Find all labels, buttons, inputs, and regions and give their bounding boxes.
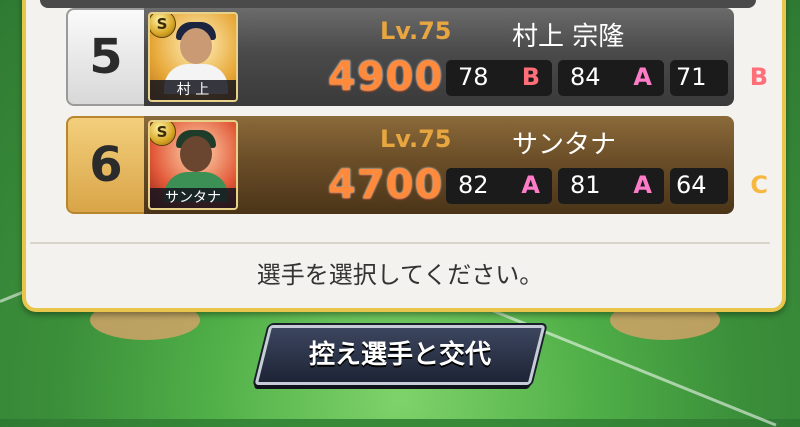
overall-power: 4900 (328, 54, 444, 100)
player-level: Lv.75 (380, 17, 452, 45)
stat-box: 84 A (558, 60, 664, 96)
stat-value: 82 (458, 171, 489, 199)
player-row-6[interactable]: 6 S サンタナ Lv.75 サンタナ 4700 82 A 81 A 64 C (66, 116, 768, 214)
stat-box: 82 A (446, 168, 552, 204)
stat-value: 78 (458, 63, 489, 91)
batting-order-number: 5 (66, 8, 144, 106)
batting-order-number: 6 (66, 116, 144, 214)
stat-box: 71 B (670, 60, 768, 96)
stat-value: 84 (570, 63, 601, 91)
player-row-5[interactable]: 5 S 村 上 Lv.75 村上 宗隆 4900 78 B 84 A 71 B (66, 8, 768, 106)
player-info: S サンタナ Lv.75 サンタナ 4700 82 A 81 A 64 C (144, 116, 768, 214)
panel-divider (30, 242, 770, 244)
stat-box: 64 C (670, 168, 768, 204)
stat-grade: B (521, 63, 540, 91)
selection-prompt: 選手を選択してください。 (256, 261, 544, 289)
player-card-portrait: S サンタナ (148, 120, 238, 210)
stat-value: 64 (676, 171, 707, 199)
swap-with-bench-button[interactable]: 控え選手と交代 (254, 325, 546, 385)
card-name-tag: サンタナ (150, 188, 236, 208)
swap-button-label: 控え選手と交代 (308, 340, 491, 370)
stat-grade: B (749, 63, 768, 91)
player-level: Lv.75 (380, 125, 452, 153)
player-info: S 村 上 Lv.75 村上 宗隆 4900 78 B 84 A 71 B (144, 8, 768, 106)
player-name: 村上 宗隆 (512, 22, 625, 52)
stat-grade: A (633, 63, 652, 91)
player-name: サンタナ (512, 130, 617, 160)
rank-badge-icon: S (150, 122, 176, 146)
stat-grade: A (633, 171, 652, 199)
stat-grade: A (521, 171, 540, 199)
overall-power: 4700 (328, 162, 444, 208)
head-shape (180, 136, 212, 172)
stat-value: 71 (676, 63, 707, 91)
stat-box: 78 B (446, 60, 552, 96)
stat-value: 81 (570, 171, 601, 199)
rank-badge-icon: S (150, 14, 176, 38)
stat-box: 81 A (558, 168, 664, 204)
head-shape (180, 28, 212, 64)
stat-grade: C (750, 171, 768, 199)
card-name-tag: 村 上 (150, 80, 236, 100)
previous-row-edge (40, 0, 756, 8)
player-card-portrait: S 村 上 (148, 12, 238, 102)
